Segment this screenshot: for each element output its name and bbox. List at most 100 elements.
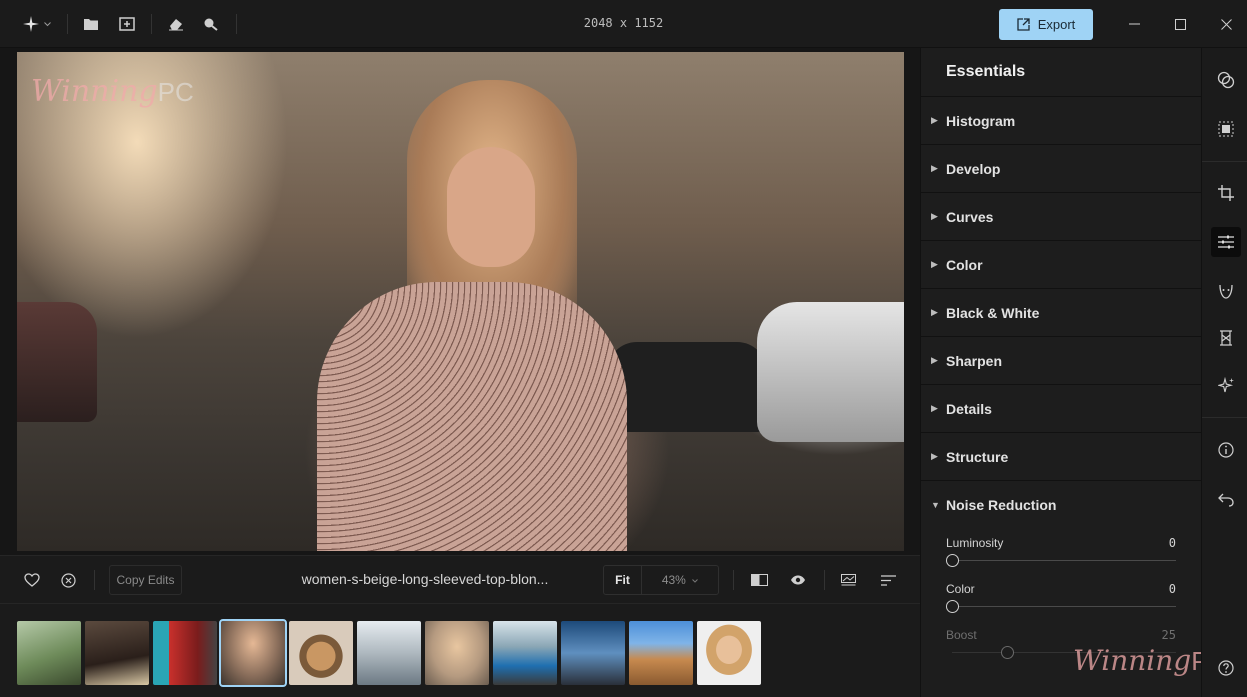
caret-right-icon: ▶ bbox=[931, 115, 938, 125]
zoom-control: Fit 43% bbox=[603, 565, 719, 595]
minimize-icon bbox=[1128, 23, 1140, 25]
section-label: Sharpen bbox=[946, 352, 1003, 369]
section-sharpen[interactable]: ▶ Sharpen bbox=[921, 337, 1201, 385]
filmstrip-thumbnail[interactable] bbox=[17, 621, 81, 685]
preview-button[interactable] bbox=[787, 568, 809, 592]
filmstrip-thumbnail[interactable] bbox=[629, 621, 693, 685]
section-label: Structure bbox=[946, 448, 1009, 465]
close-button[interactable] bbox=[1214, 12, 1238, 36]
minimize-button[interactable] bbox=[1122, 12, 1146, 36]
crop-tool-button[interactable] bbox=[1211, 178, 1241, 208]
presets-button[interactable] bbox=[837, 568, 859, 592]
section-label: Color bbox=[946, 256, 983, 273]
app-menu-button[interactable] bbox=[18, 10, 56, 38]
image-stack-icon bbox=[840, 574, 856, 586]
filmstrip-thumbnail[interactable] bbox=[85, 621, 149, 685]
color-slider-row: Color 0 bbox=[921, 575, 1201, 621]
info-button[interactable] bbox=[1211, 435, 1241, 465]
filmstrip-thumbnail[interactable] bbox=[289, 621, 353, 685]
close-icon bbox=[1220, 18, 1232, 30]
section-curves[interactable]: ▶ Curves bbox=[921, 193, 1201, 241]
filmstrip-thumbnail[interactable] bbox=[425, 621, 489, 685]
sliders-icon bbox=[1218, 235, 1234, 249]
boost-label: Boost bbox=[946, 628, 977, 642]
portrait-tool-button[interactable] bbox=[1211, 276, 1241, 306]
reject-button[interactable] bbox=[56, 568, 80, 592]
caret-right-icon: ▶ bbox=[931, 451, 938, 461]
toolbar-divider bbox=[94, 570, 95, 590]
chevron-down-icon bbox=[692, 578, 699, 583]
filmstrip-thumbnail[interactable] bbox=[153, 621, 217, 685]
filmstrip-thumbnail[interactable] bbox=[493, 621, 557, 685]
color-slider-track[interactable] bbox=[952, 606, 1176, 607]
sort-button[interactable] bbox=[877, 568, 899, 592]
caret-right-icon: ▶ bbox=[931, 211, 938, 221]
boost-value[interactable]: 25 bbox=[1162, 628, 1176, 642]
watermark-brand: Winning bbox=[31, 74, 158, 109]
eraser-icon bbox=[168, 17, 184, 31]
rail-divider bbox=[1202, 161, 1247, 162]
favorite-button[interactable] bbox=[20, 568, 44, 592]
color-value[interactable]: 0 bbox=[1169, 582, 1176, 596]
boost-slider-handle[interactable] bbox=[1001, 646, 1014, 659]
bottom-toolbar: Copy Edits women-s-beige-long-sleeved-to… bbox=[0, 555, 920, 603]
luminosity-label: Luminosity bbox=[946, 536, 1004, 550]
zoom-dropdown[interactable]: 43% bbox=[642, 573, 718, 587]
watermark: WinningPC bbox=[31, 74, 194, 109]
export-button[interactable]: Export bbox=[999, 9, 1093, 40]
eraser-button[interactable] bbox=[165, 10, 187, 38]
rail-divider bbox=[1202, 417, 1247, 418]
undo-icon bbox=[1218, 493, 1234, 507]
luminosity-slider-track[interactable] bbox=[952, 560, 1176, 561]
luminosity-slider-handle[interactable] bbox=[946, 554, 959, 567]
fit-button[interactable]: Fit bbox=[604, 565, 642, 595]
image-canvas[interactable]: WinningPC bbox=[0, 48, 920, 555]
filmstrip-thumbnail[interactable] bbox=[357, 621, 421, 685]
section-label: Black & White bbox=[946, 304, 1040, 321]
photo-car-right bbox=[757, 302, 904, 442]
compare-button[interactable] bbox=[748, 568, 770, 592]
undo-button[interactable] bbox=[1211, 485, 1241, 515]
filmstrip-thumbnail-selected[interactable] bbox=[219, 619, 287, 687]
section-color[interactable]: ▶ Color bbox=[921, 241, 1201, 289]
maximize-icon bbox=[1174, 18, 1186, 30]
toolbar-divider bbox=[67, 14, 68, 34]
section-details[interactable]: ▶ Details bbox=[921, 385, 1201, 433]
section-black-white[interactable]: ▶ Black & White bbox=[921, 289, 1201, 337]
eye-icon bbox=[790, 575, 806, 585]
selection-tool-button[interactable] bbox=[1211, 114, 1241, 144]
reject-circle-icon bbox=[60, 572, 76, 588]
presets-tool-button[interactable] bbox=[1211, 65, 1241, 95]
section-develop[interactable]: ▶ Develop bbox=[921, 145, 1201, 193]
toolbar-divider bbox=[236, 14, 237, 34]
face-icon bbox=[1218, 283, 1234, 299]
color-slider-handle[interactable] bbox=[946, 600, 959, 613]
toolbar-divider bbox=[733, 570, 734, 590]
section-histogram[interactable]: ▶ Histogram bbox=[921, 97, 1201, 145]
tool-rail bbox=[1201, 48, 1247, 697]
landscape-tool-button[interactable] bbox=[1211, 323, 1241, 353]
photo-subject-shirt bbox=[317, 282, 627, 551]
zoom-value: 43% bbox=[661, 573, 686, 587]
help-icon bbox=[1218, 660, 1234, 676]
zoom-tool-button[interactable] bbox=[200, 10, 222, 38]
export-label: Export bbox=[1037, 17, 1076, 32]
open-folder-button[interactable] bbox=[80, 10, 102, 38]
edited-photo[interactable]: WinningPC bbox=[17, 52, 904, 551]
filmstrip-thumbnail[interactable] bbox=[561, 621, 625, 685]
help-button[interactable] bbox=[1211, 653, 1241, 683]
ai-tool-button[interactable] bbox=[1211, 370, 1241, 400]
filmstrip bbox=[0, 603, 920, 697]
section-label: Curves bbox=[946, 208, 994, 225]
luminosity-value[interactable]: 0 bbox=[1169, 536, 1176, 550]
add-image-button[interactable] bbox=[116, 10, 138, 38]
folder-icon bbox=[83, 18, 99, 31]
chevron-down-icon bbox=[44, 21, 51, 27]
adjustments-tool-button[interactable] bbox=[1211, 227, 1241, 257]
caret-right-icon: ▶ bbox=[931, 403, 938, 413]
section-noise-reduction[interactable]: ▼ Noise Reduction bbox=[921, 481, 1201, 529]
section-structure[interactable]: ▶ Structure bbox=[921, 433, 1201, 481]
filmstrip-thumbnail[interactable] bbox=[697, 621, 761, 685]
copy-edits-button[interactable]: Copy Edits bbox=[109, 565, 182, 595]
maximize-button[interactable] bbox=[1168, 12, 1192, 36]
